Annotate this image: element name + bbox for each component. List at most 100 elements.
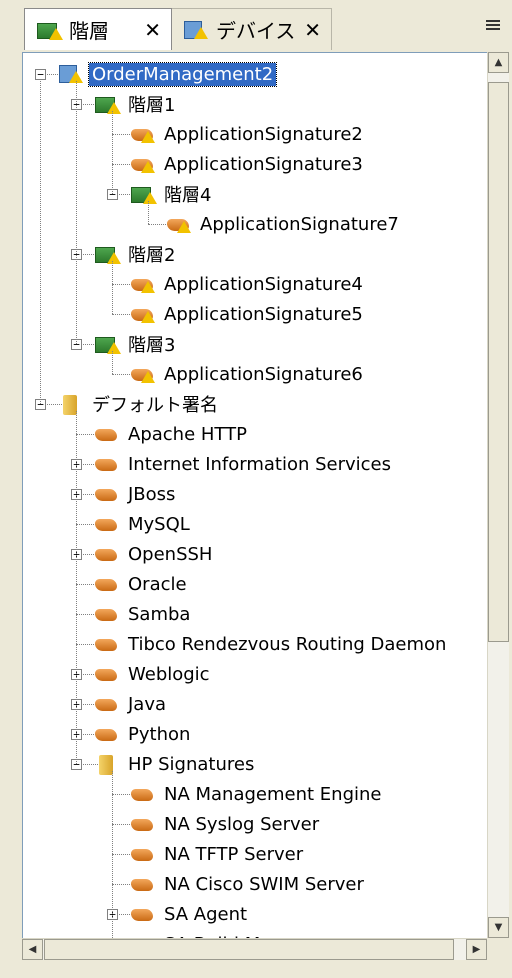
tree-line: [76, 411, 77, 764]
tree-node[interactable]: Samba: [93, 599, 193, 629]
tree-node-label: 階層2: [128, 245, 176, 266]
scroll-up-button[interactable]: ▲: [488, 52, 509, 73]
tree-node[interactable]: Apache HTTP: [93, 419, 250, 449]
signature-icon: [93, 723, 121, 745]
folder-icon: [57, 393, 85, 415]
tree-node-label: Python: [128, 723, 191, 745]
tab-devices-label: デバイス: [216, 19, 296, 43]
tree-node[interactable]: NA Cisco SWIM Server: [129, 869, 367, 899]
tab-hierarchy-label: 階層: [69, 19, 109, 43]
signature-icon: [93, 423, 121, 445]
tree-node[interactable]: ApplicationSignature2: [129, 119, 366, 149]
signature-warning-icon: [129, 303, 157, 325]
hierarchy-root-icon: [57, 63, 85, 85]
tree-line: [112, 771, 113, 939]
signature-warning-icon: [165, 213, 193, 235]
hierarchy-icon: [129, 183, 157, 205]
tree-node[interactable]: Oracle: [93, 569, 190, 599]
tree-node[interactable]: 階層3: [93, 329, 178, 359]
tree-node[interactable]: Tibco Rendezvous Routing Daemon: [93, 629, 449, 659]
signature-warning-icon: [129, 363, 157, 385]
tree-node-label: 階層1: [128, 95, 176, 116]
tree-node-label: ApplicationSignature5: [164, 303, 363, 325]
tree-node[interactable]: ApplicationSignature5: [129, 299, 366, 329]
tree-node[interactable]: 階層1: [93, 89, 178, 119]
tree-view: − OrderManagement2− 階層1 ApplicationSignatur…: [22, 52, 488, 939]
horizontal-scrollbar[interactable]: ◀ ▶: [22, 938, 487, 960]
scroll-thumb[interactable]: [488, 82, 509, 642]
tree-node-label: HP Signatures: [128, 753, 255, 775]
tree-node-label: Samba: [128, 603, 191, 625]
tree-node-label: NA Cisco SWIM Server: [164, 873, 364, 895]
signature-icon: [129, 813, 157, 835]
tree-node[interactable]: ApplicationSignature3: [129, 149, 366, 179]
tab-hierarchy[interactable]: 階層 ✕: [24, 8, 172, 50]
tree-node-label: OpenSSH: [128, 543, 213, 565]
tree-node[interactable]: Weblogic: [93, 659, 213, 689]
device-icon: [182, 19, 210, 41]
tree-node[interactable]: デフォルト署名: [57, 389, 221, 419]
signature-icon: [93, 693, 121, 715]
signature-icon: [93, 513, 121, 535]
tree-node-label: MySQL: [128, 513, 190, 535]
tree-node[interactable]: JBoss: [93, 479, 178, 509]
tree-node[interactable]: MySQL: [93, 509, 193, 539]
tree-line: [112, 111, 113, 194]
signature-warning-icon: [129, 273, 157, 295]
tree-node[interactable]: OpenSSH: [93, 539, 215, 569]
scroll-thumb-horizontal[interactable]: [44, 939, 454, 960]
tree-node-label: SA Agent: [164, 903, 248, 925]
signature-icon: [93, 453, 121, 475]
signature-icon: [93, 543, 121, 565]
signature-warning-icon: [129, 153, 157, 175]
tree-node[interactable]: Python: [93, 719, 193, 749]
hierarchy-icon: [93, 243, 121, 265]
vertical-scrollbar[interactable]: ▲ ▼: [487, 52, 509, 938]
tree-node[interactable]: 階層2: [93, 239, 178, 269]
tree-node[interactable]: ApplicationSignature6: [129, 359, 366, 389]
view-menu-icon[interactable]: [486, 18, 502, 34]
tree-node[interactable]: 階層4: [129, 179, 214, 209]
signature-icon: [129, 903, 157, 925]
tree-node[interactable]: ApplicationSignature4: [129, 269, 366, 299]
signature-icon: [93, 663, 121, 685]
tree-node[interactable]: Internet Information Services: [93, 449, 394, 479]
close-icon[interactable]: ✕: [144, 18, 161, 42]
signature-icon: [93, 603, 121, 625]
collapse-toggle[interactable]: −: [35, 69, 46, 80]
tree-node-label: NA TFTP Server: [164, 843, 304, 865]
tree-node-label: Tibco Rendezvous Routing Daemon: [128, 633, 447, 655]
tree-node-label: Oracle: [128, 573, 187, 595]
tree-node[interactable]: NA Management Engine: [129, 779, 385, 809]
tree-node-label: Weblogic: [128, 663, 210, 685]
signature-icon: [93, 483, 121, 505]
tab-bar: 階層 ✕ デバイス ✕: [0, 0, 512, 50]
folder-icon: [93, 753, 121, 775]
hierarchy-panel: 階層 ✕ デバイス ✕ − OrderManagement2− 階層1 Applica…: [0, 0, 512, 978]
tab-devices[interactable]: デバイス ✕: [172, 8, 332, 50]
tree-node[interactable]: NA TFTP Server: [129, 839, 306, 869]
signature-icon: [93, 633, 121, 655]
scroll-down-button[interactable]: ▼: [488, 917, 509, 938]
hierarchy-icon: [35, 19, 63, 41]
signature-icon: [93, 573, 121, 595]
signature-warning-icon: [129, 123, 157, 145]
scroll-right-button[interactable]: ▶: [466, 939, 487, 960]
tree-node-label: デフォルト署名: [92, 395, 218, 416]
tree-node-label: OrderManagement2: [87, 61, 278, 87]
tree-line: [112, 261, 113, 314]
tree-node-label: NA Syslog Server: [164, 813, 320, 835]
tree-node[interactable]: OrderManagement2: [57, 59, 278, 89]
scroll-left-button[interactable]: ◀: [22, 939, 43, 960]
hierarchy-icon: [93, 93, 121, 115]
tree-node[interactable]: Java: [93, 689, 169, 719]
tree-line: [40, 81, 41, 404]
tree-node[interactable]: ApplicationSignature7: [165, 209, 402, 239]
tree-line: [148, 201, 149, 224]
close-icon[interactable]: ✕: [304, 18, 321, 42]
tree-node-label: Apache HTTP: [128, 423, 247, 445]
tree-node[interactable]: HP Signatures: [93, 749, 257, 779]
tree-node[interactable]: NA Syslog Server: [129, 809, 322, 839]
tree-node-label: Java: [128, 693, 167, 715]
tree-node[interactable]: SA Agent: [129, 899, 250, 929]
